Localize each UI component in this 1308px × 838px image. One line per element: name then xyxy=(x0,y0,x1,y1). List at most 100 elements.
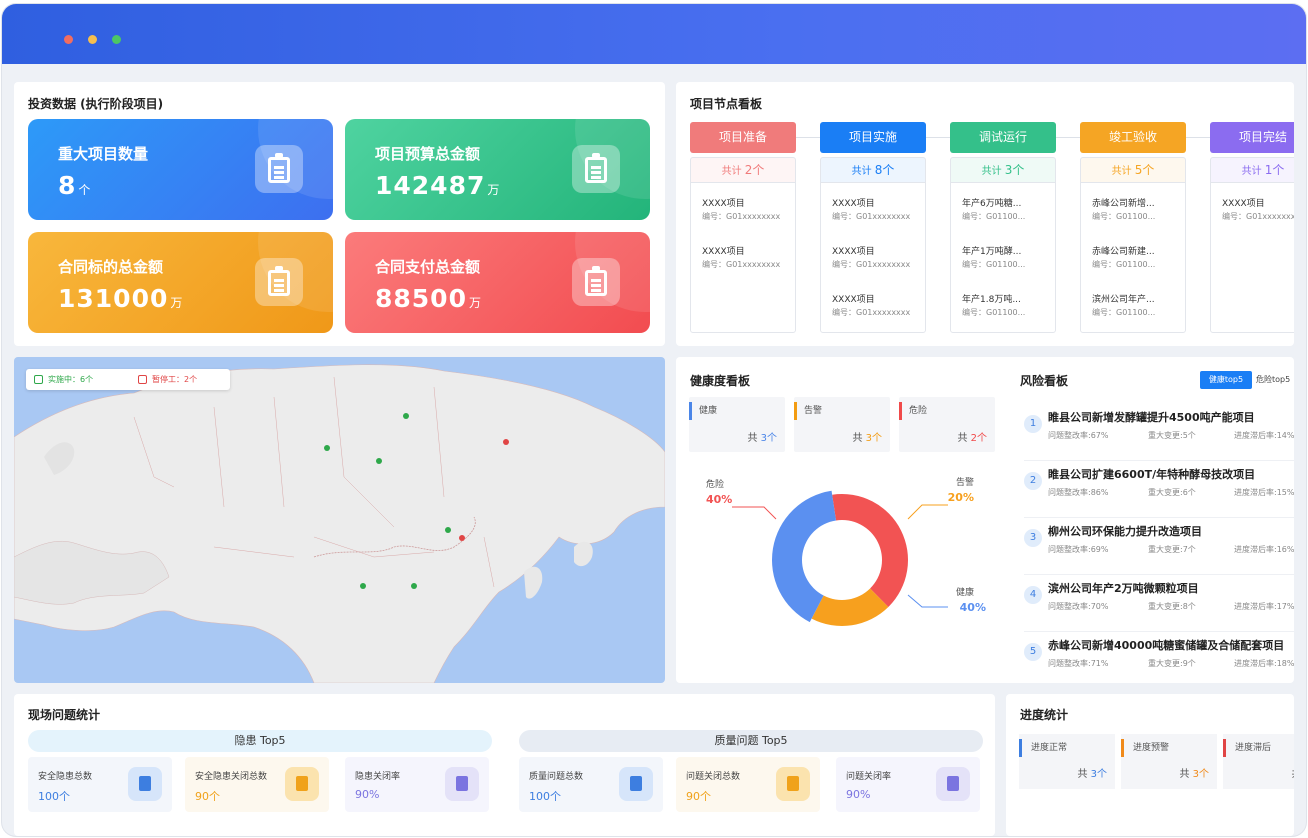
health-title: 健康度看板 xyxy=(690,374,751,388)
project-marker-red[interactable] xyxy=(503,439,509,445)
card-value: 131000 万 xyxy=(58,284,184,313)
major-changes: 重大变更:6个 xyxy=(1148,488,1196,497)
delay-rate: 进度滞后率:15% xyxy=(1234,488,1294,497)
clipboard-icon xyxy=(445,767,479,801)
issue-stat-card[interactable]: 安全隐患关闭总数 90个 xyxy=(185,757,329,812)
progress-box-normal[interactable]: 进度正常 共 3个 xyxy=(1019,734,1115,789)
stage-1[interactable]: 项目实施 xyxy=(820,122,926,153)
delay-rate: 进度滞后率:18% xyxy=(1234,659,1294,668)
stage-item-name[interactable]: XXXX项目 xyxy=(1222,196,1265,209)
risk-list-item[interactable]: 4 滨州公司年产2万吨微颗粒项目 问题整改率:70% 重大变更:8个 进度滞后率:17% xyxy=(1024,576,1294,632)
progress-box-warning[interactable]: 进度预警 共 3个 xyxy=(1121,734,1217,789)
budget-total-card[interactable]: 项目预算总金额 142487 万 xyxy=(345,119,650,220)
stage-item-name[interactable]: 赤峰公司新增... xyxy=(1092,196,1155,209)
rank-badge: 5 xyxy=(1024,643,1042,661)
rectify-rate: 问题整改率:69% xyxy=(1048,545,1109,554)
risk-list-item[interactable]: 2 睢县公司扩建6600T/年特种酵母技改项目 问题整改率:86% 重大变更:6个 进度… xyxy=(1024,462,1294,518)
project-marker-green[interactable] xyxy=(324,445,330,451)
health-box-healthy[interactable]: 健康 共 3个 xyxy=(689,397,785,452)
health-donut-chart[interactable]: 危险 40% 告警 20% 健康 40% xyxy=(676,467,1006,667)
stage-item-name[interactable]: 赤峰公司新建... xyxy=(1092,244,1155,257)
maximize-dot-icon[interactable] xyxy=(112,35,121,44)
issue-stat-value: 90% xyxy=(355,788,380,801)
stage-column: 共计 2个 XXXX项目 编号：G01xxxxxxxx XXXX项目 编号：G01xxx… xyxy=(690,157,796,333)
payment-total-card[interactable]: 合同支付总金额 88500 万 xyxy=(345,232,650,333)
project-marker-green[interactable] xyxy=(403,413,409,419)
issue-stat-card[interactable]: 问题关闭率 90% xyxy=(836,757,980,812)
world-map[interactable] xyxy=(14,357,665,683)
stage-total: 共计 5个 xyxy=(1081,158,1185,183)
stage-item-name[interactable]: 滨州公司年产... xyxy=(1092,292,1155,305)
close-dot-icon[interactable] xyxy=(64,35,73,44)
hazard-top5-header: 隐患 Top5 xyxy=(28,730,492,752)
issue-stat-card[interactable]: 问题关闭总数 90个 xyxy=(676,757,820,812)
issue-stat-card[interactable]: 质量问题总数 100个 xyxy=(519,757,663,812)
stage-4[interactable]: 项目完结 xyxy=(1210,122,1294,153)
card-value: 8个 xyxy=(58,171,92,200)
clipboard-icon xyxy=(285,767,319,801)
stage-total: 共计 2个 xyxy=(691,158,795,183)
delay-rate: 进度滞后率:14% xyxy=(1234,431,1294,440)
slice-value-label: 40% xyxy=(960,601,986,614)
risk-project-name: 滨州公司年产2万吨微颗粒项目 xyxy=(1048,582,1199,595)
stage-column: 共计 8个 XXXX项目 编号：G01xxxxxxxx XXXX项目 编号：G01xxx… xyxy=(820,157,926,333)
stage-item-code: 编号：G01100... xyxy=(962,308,1026,317)
major-changes: 重大变更:5个 xyxy=(1148,431,1196,440)
stage-item-name[interactable]: 年产1万吨酵... xyxy=(962,244,1021,257)
risk-list-item[interactable]: 5 赤峰公司新增40000吨糖蜜储罐及合储配套项目 问题整改率:71% 重大变更:9个… xyxy=(1024,633,1294,675)
card-value: 142487 万 xyxy=(375,171,501,200)
card-label: 项目预算总金额 xyxy=(375,145,481,163)
stage-item-name[interactable]: XXXX项目 xyxy=(702,244,745,257)
stage-item-code: 编号：G01100... xyxy=(962,212,1026,221)
map-panel[interactable]: 实施中：6个 暂停工：2个 xyxy=(14,357,665,683)
risk-title: 风险看板 xyxy=(1020,374,1069,388)
card-label: 合同支付总金额 xyxy=(375,258,481,276)
project-marker-red[interactable] xyxy=(459,535,465,541)
stage-column: 共计 5个 赤峰公司新增... 编号：G01100... 赤峰公司新建... 编号：G0… xyxy=(1080,157,1186,333)
progress-box-delayed[interactable]: 进度滞后 共 2 xyxy=(1223,734,1294,789)
stage-2[interactable]: 调试运行 xyxy=(950,122,1056,153)
slice-value-label: 40% xyxy=(706,493,732,506)
stage-item-code: 编号：G01100... xyxy=(1092,308,1156,317)
stage-item-name[interactable]: XXXX项目 xyxy=(702,196,745,209)
delay-rate: 进度滞后率:17% xyxy=(1234,602,1294,611)
minimize-dot-icon[interactable] xyxy=(88,35,97,44)
stage-total: 共计 1个 xyxy=(1211,158,1294,183)
stage-3[interactable]: 竣工验收 xyxy=(1080,122,1186,153)
issue-stat-card[interactable]: 隐患关闭率 90% xyxy=(345,757,489,812)
major-changes: 重大变更:7个 xyxy=(1148,545,1196,554)
stage-item-name[interactable]: XXXX项目 xyxy=(832,244,875,257)
clipboard-icon xyxy=(128,767,162,801)
risk-list-item[interactable]: 1 睢县公司新增发酵罐提升4500吨产能项目 问题整改率:67% 重大变更:5个 进度滞… xyxy=(1024,405,1294,461)
tab-danger-top5[interactable]: 危险top5 xyxy=(1256,371,1294,389)
issue-stat-label: 问题关闭总数 xyxy=(686,772,741,782)
risk-project-name: 睢县公司扩建6600T/年特种酵母技改项目 xyxy=(1048,468,1256,481)
contract-total-card[interactable]: 合同标的总金额 131000 万 xyxy=(28,232,333,333)
stage-item-code: 编号：G01100... xyxy=(962,260,1026,269)
risk-list-item[interactable]: 3 柳州公司环保能力提升改造项目 问题整改率:69% 重大变更:7个 进度滞后率:16% xyxy=(1024,519,1294,575)
risk-project-name: 柳州公司环保能力提升改造项目 xyxy=(1048,525,1202,538)
rectify-rate: 问题整改率:67% xyxy=(1048,431,1109,440)
issue-stat-label: 质量问题总数 xyxy=(529,772,584,782)
issue-stat-label: 安全隐患总数 xyxy=(38,772,93,782)
health-box-danger[interactable]: 危险 共 2个 xyxy=(899,397,995,452)
stage-item-name[interactable]: XXXX项目 xyxy=(832,196,875,209)
stage-total: 共计 3个 xyxy=(951,158,1055,183)
project-marker-green[interactable] xyxy=(360,583,366,589)
project-marker-green[interactable] xyxy=(411,583,417,589)
project-marker-green[interactable] xyxy=(376,458,382,464)
stage-0[interactable]: 项目准备 xyxy=(690,122,796,153)
stage-item-name[interactable]: 年产6万吨糖... xyxy=(962,196,1021,209)
issue-stat-card[interactable]: 安全隐患总数 100个 xyxy=(28,757,172,812)
health-box-warning[interactable]: 告警 共 3个 xyxy=(794,397,890,452)
tab-healthy-top5[interactable]: 健康top5 xyxy=(1200,371,1252,389)
stage-item-name[interactable]: XXXX项目 xyxy=(832,292,875,305)
major-changes: 重大变更:8个 xyxy=(1148,602,1196,611)
clipboard-icon xyxy=(572,258,620,306)
stage-item-code: 编号：G01xxxxxxxx xyxy=(702,260,781,269)
major-projects-card[interactable]: 重大项目数量 8个 xyxy=(28,119,333,220)
slice-name-label: 告警 xyxy=(956,476,974,488)
stage-item-name[interactable]: 年产1.8万吨... xyxy=(962,292,1021,305)
major-changes: 重大变更:9个 xyxy=(1148,659,1196,668)
project-marker-green[interactable] xyxy=(445,527,451,533)
